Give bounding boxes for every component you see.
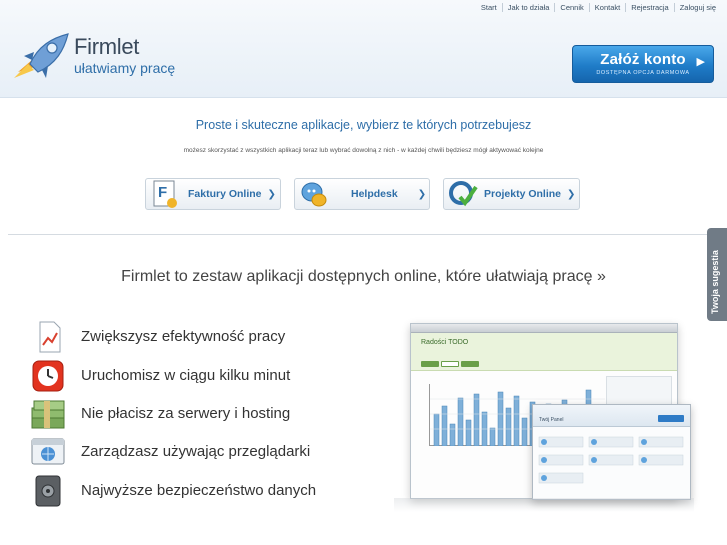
nav-start[interactable]: Start [476,3,502,12]
screenshot-tabs [421,361,479,367]
create-account-label: Załóż konto [600,51,686,68]
window-titlebar [411,324,677,333]
suggestion-tab-label: Twoja sugestia [710,250,720,314]
divider [8,234,713,235]
safe-icon [35,475,61,507]
chevron-right-icon: ❯ [567,188,576,200]
feature-quick-start: Uruchomisz w ciągu kilku minut [30,360,290,392]
browser-icon [31,438,65,465]
screenshot-reflection [394,498,694,512]
feature-efficiency: Zwiększysz efektywność pracy [30,321,285,353]
app-button-projects[interactable]: Projekty Online ❯ [443,178,580,210]
clock-icon [32,360,64,392]
brand-tagline: ułatwiamy pracę [74,60,176,76]
feature-label: Zwiększysz efektywność pracy [81,328,286,345]
panel-title: Twój Panel [539,417,564,423]
page: Start Jak to działa Cennik Kontakt Rejes… [0,0,727,545]
feature-label: Nie płacisz za serwery i hosting [81,405,291,422]
chevron-right-icon: ❯ [417,188,427,200]
app-button-helpdesk[interactable]: Helpdesk ❯ [294,178,430,210]
app-label-invoices: Faktury Online [188,188,262,200]
feature-label: Uruchomisz w ciągu kilku minut [81,367,291,384]
nav-pricing[interactable]: Cennik [554,3,588,12]
app-label-helpdesk: Helpdesk [351,188,398,200]
suggestion-tab[interactable]: Twoja sugestia [707,228,727,321]
nav-contact[interactable]: Kontakt [588,3,625,12]
feature-browser: Zarządzasz używając przeglądarki [30,436,310,468]
feature-no-servers: Nie płacisz za serwery i hosting [30,398,290,430]
money-icon [31,400,65,429]
top-navigation: Start Jak to działa Cennik Kontakt Rejes… [476,3,721,12]
headline[interactable]: Firmlet to zestaw aplikacji dostępnych o… [0,268,727,286]
create-account-button[interactable]: Załóż konto ▶ DOSTĘPNA OPCJA DARMOWA [572,45,714,83]
svg-text:F: F [158,184,167,201]
app-screenshot-panel: Twój Panel [532,404,691,500]
apps-title: Proste i skuteczne aplikacje, wybierz te… [195,118,532,132]
nav-login[interactable]: Zaloguj się [673,3,721,12]
screenshot-title: Radości TODO [421,339,469,346]
nav-register[interactable]: Rejestracja [625,3,674,12]
brand-name[interactable]: Firmlet [74,34,139,60]
chart-document-icon [39,321,61,353]
header: Start Jak to działa Cennik Kontakt Rejes… [0,0,727,98]
screenshot-header: Radości TODO [411,333,677,371]
app-label-projects: Projekty Online [484,188,562,200]
panel-button [658,415,684,422]
feature-label: Zarządzasz używając przeglądarki [81,443,311,460]
invoice-icon: F [153,180,177,208]
apps-subtitle: możesz skorzystać z wszystkich aplikacji… [183,147,544,154]
app-button-invoices[interactable]: F Faktury Online ❯ [145,178,281,210]
nav-how-it-works[interactable]: Jak to działa [501,3,555,12]
chevron-right-icon: ❯ [267,188,276,200]
rocket-logo-icon[interactable] [12,30,72,80]
feature-label: Najwyższe bezpieczeństwo danych [81,482,317,499]
projects-icon [449,181,478,207]
chevron-right-icon: ▶ [696,56,705,68]
feature-security: Najwyższe bezpieczeństwo danych [30,475,316,507]
create-account-subtitle: DOSTĘPNA OPCJA DARMOWA [596,70,690,76]
helpdesk-icon [301,182,327,207]
